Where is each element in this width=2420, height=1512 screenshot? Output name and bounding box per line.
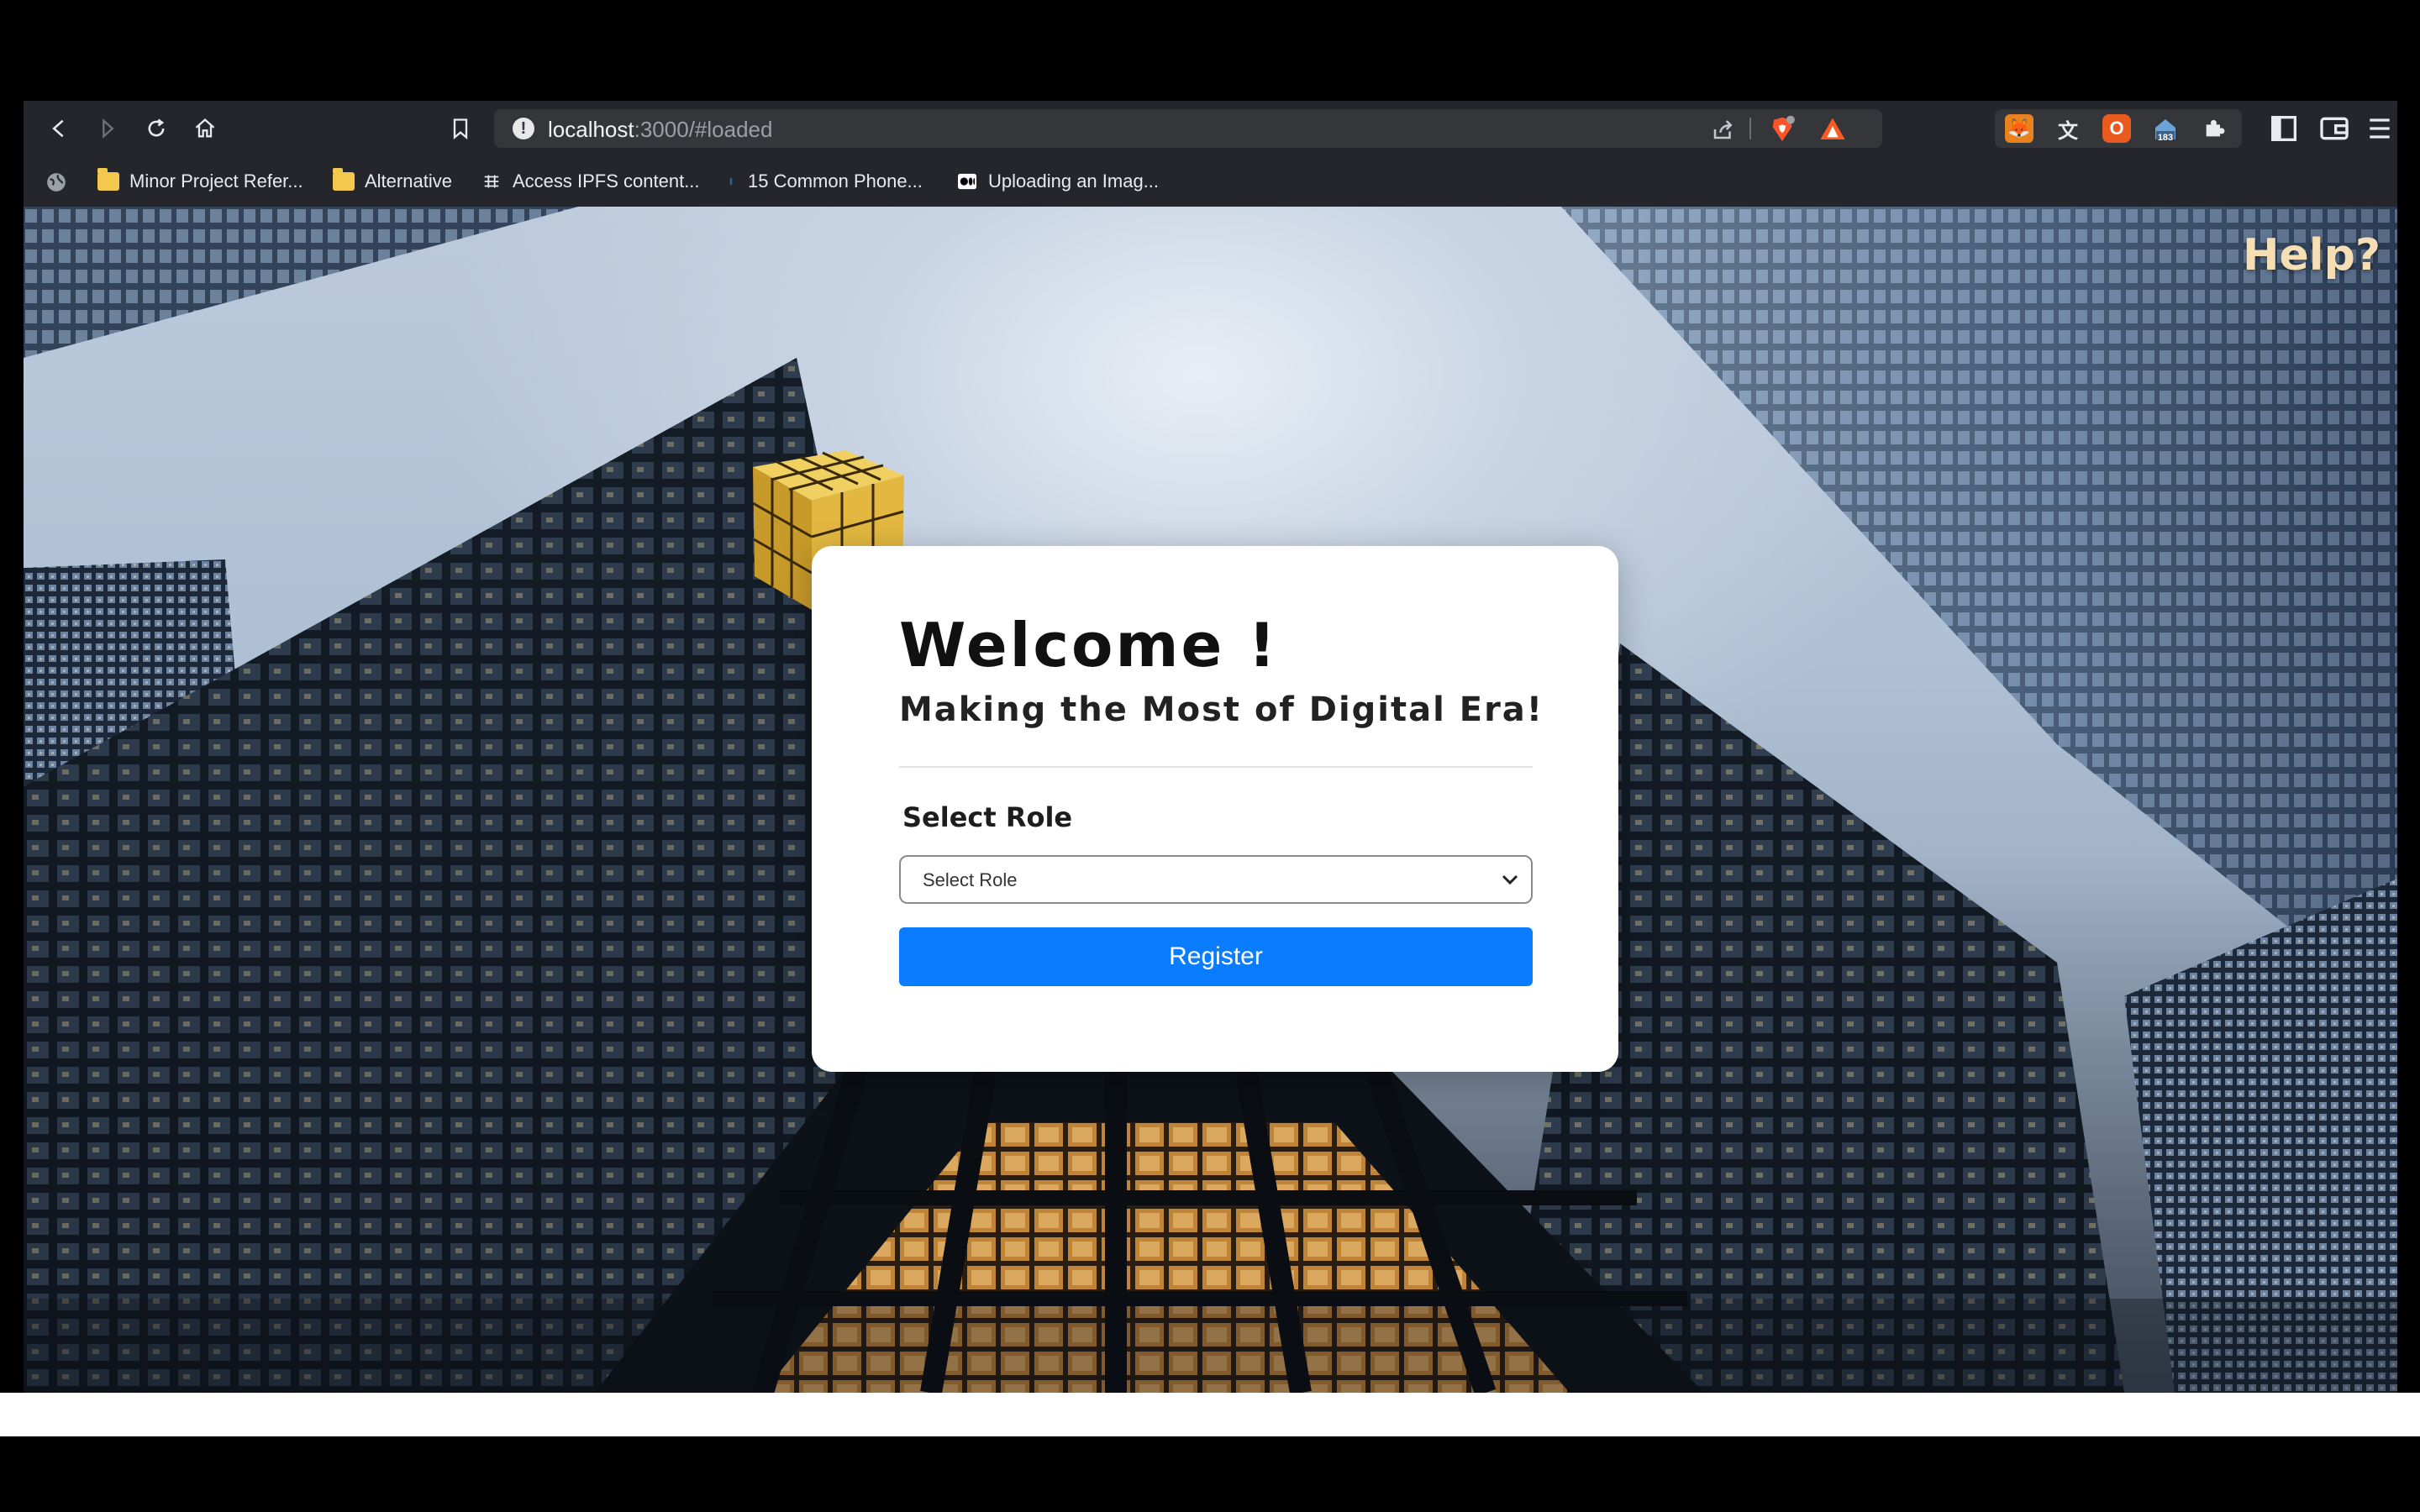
- bookmark-phone[interactable]: 15 Common Phone...: [729, 168, 923, 195]
- letterbox-bottom: [0, 1436, 2420, 1512]
- address-bar[interactable]: ! localhost:3000/#loaded: [494, 109, 1882, 148]
- home-icon: [195, 118, 215, 138]
- page-content: Help? Welcome ! Making the Most of Digit…: [24, 207, 2397, 1393]
- folder-icon: [97, 168, 119, 191]
- url-text: localhost:3000/#loaded: [548, 117, 772, 143]
- site-info-icon[interactable]: !: [513, 118, 534, 139]
- medium-icon: [958, 173, 976, 190]
- brave-shields-icon[interactable]: [1768, 115, 1797, 144]
- url-host: localhost: [548, 117, 634, 142]
- forward-button[interactable]: [91, 112, 124, 145]
- reload-icon: [148, 118, 165, 137]
- puzzle-icon: [2206, 119, 2225, 137]
- role-label: Select Role: [902, 801, 1073, 833]
- back-button[interactable]: [42, 112, 76, 145]
- extension-badge-count: 183: [2157, 133, 2174, 143]
- bookmark-uploading[interactable]: Uploading an Imag...: [956, 168, 1159, 195]
- browser-toolbar: ! localhost:3000/#loaded 🦊 文 O 183: [24, 101, 2397, 156]
- bookmark-page-button[interactable]: [444, 112, 477, 145]
- translate-extension-icon[interactable]: 文: [2054, 114, 2082, 143]
- bookmark-site-icon: [729, 177, 733, 186]
- url-separator: [1749, 118, 1751, 139]
- ipfs-icon: [484, 175, 499, 188]
- bookmark-label: Access IPFS content...: [513, 171, 700, 192]
- bookmark-minor-project[interactable]: Minor Project Refer...: [97, 168, 303, 195]
- counter-extension-icon[interactable]: 183: [2151, 114, 2180, 143]
- folder-icon: [333, 168, 355, 191]
- reload-button[interactable]: [139, 112, 173, 145]
- bookmark-ipfs[interactable]: Access IPFS content...: [481, 168, 700, 195]
- bookmark-alternative[interactable]: Alternative: [333, 168, 452, 195]
- tagline: Making the Most of Digital Era!: [899, 690, 1544, 729]
- url-path: :3000/#loaded: [634, 117, 773, 142]
- divider: [899, 766, 1533, 768]
- o-extension-icon[interactable]: O: [2102, 114, 2131, 143]
- bookmarks-bar: Minor Project Refer... Alternative Acces…: [24, 156, 2397, 207]
- sidebar-toggle-icon[interactable]: [2267, 112, 2301, 145]
- role-select[interactable]: Select Role: [899, 855, 1533, 904]
- brave-rewards-icon[interactable]: [1818, 116, 1847, 143]
- extensions-puzzle-icon[interactable]: [2200, 114, 2228, 143]
- menu-icon[interactable]: [2363, 112, 2396, 145]
- extensions-group: 🦊 文 O 183: [1995, 109, 2242, 148]
- help-link[interactable]: Help?: [2243, 230, 2381, 281]
- metamask-extension-icon[interactable]: 🦊: [2005, 114, 2033, 143]
- register-button[interactable]: Register: [899, 927, 1533, 986]
- letterbox-top: [0, 0, 2420, 76]
- bookmark-label: Alternative: [365, 171, 452, 192]
- forward-arrow-icon: [103, 118, 114, 139]
- browser-window: ! localhost:3000/#loaded 🦊 文 O 183 Minor…: [24, 101, 2397, 1393]
- bookmark-label: Minor Project Refer...: [129, 171, 303, 192]
- white-strip: [0, 1393, 2420, 1436]
- home-button[interactable]: [188, 112, 222, 145]
- bookmark-icon: [453, 118, 468, 139]
- wallet-icon[interactable]: [2317, 112, 2351, 145]
- globe-icon[interactable]: [45, 171, 67, 193]
- share-icon[interactable]: [1711, 117, 1736, 142]
- back-arrow-icon: [52, 119, 64, 138]
- bookmark-label: Uploading an Imag...: [988, 171, 1160, 192]
- bookmark-label: 15 Common Phone...: [748, 171, 923, 192]
- welcome-card: Welcome ! Making the Most of Digital Era…: [812, 546, 1618, 1072]
- welcome-heading: Welcome !: [899, 610, 1279, 680]
